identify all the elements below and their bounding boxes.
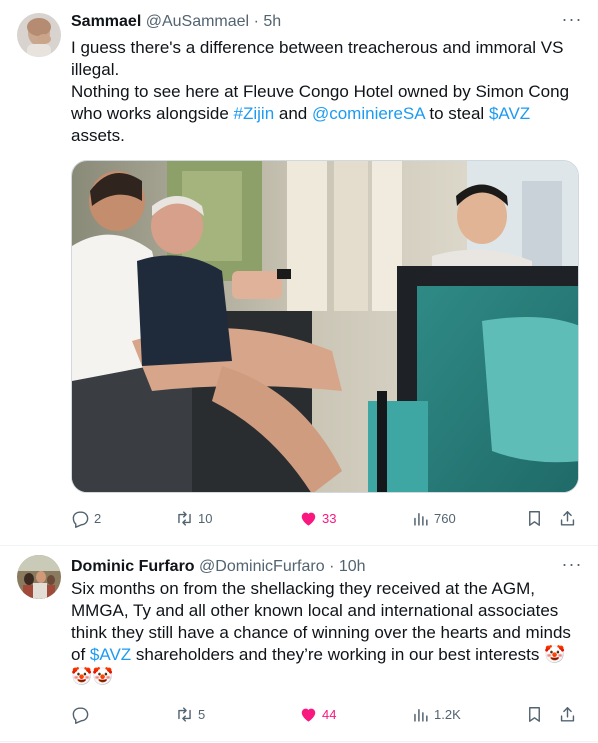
separator-dot: · [329,558,335,575]
separator-dot: · [253,13,259,30]
retweet-button[interactable]: 5 [175,704,205,724]
timestamp[interactable]: 10h [339,558,366,575]
mention-link[interactable]: @cominiereSA [312,104,425,123]
views-count: 1.2K [434,706,461,722]
text-segment: to steal [424,104,489,123]
avatar[interactable] [17,13,61,57]
tweet[interactable]: Dominic Furfaro @DominicFurfaro · 10h ··… [0,546,598,742]
cashtag-link[interactable]: $AVZ [90,645,131,664]
share-icon [560,510,575,526]
retweet-icon [178,510,191,526]
timestamp[interactable]: 5h [263,13,281,30]
author-handle[interactable]: @DominicFurfaro [199,558,325,575]
share-button[interactable] [558,508,577,528]
reply-icon [72,706,89,724]
more-icon[interactable]: ··· [560,10,584,31]
retweet-count: 5 [198,706,206,722]
tweet-actions: 2 10 33 760 [71,508,581,528]
bookmark-icon [529,510,540,526]
tweet-text-line: I guess there's a difference between tre… [71,38,564,79]
retweet-button[interactable]: 10 [175,508,212,528]
tweet-header: Sammael @AuSammael · 5h ··· [71,10,584,32]
tweet-text: I guess there's a difference between tre… [71,37,584,147]
views-icon [414,708,428,722]
like-button[interactable]: 44 [299,704,336,724]
hashtag-link[interactable]: #Zijin [234,104,275,123]
text-segment: shareholders and they’re working in our … [131,645,545,664]
views-button[interactable]: 1.2K [411,704,461,724]
reply-icon [72,510,89,528]
retweet-count: 10 [198,510,213,526]
tweet-text: Six months on from the shellacking they … [71,578,584,688]
share-icon [560,706,575,722]
views-count: 760 [434,510,456,526]
bookmark-button[interactable] [525,508,544,528]
reply-count: 2 [94,510,102,526]
like-icon [301,708,316,722]
author-name[interactable]: Dominic Furfaro [71,558,195,575]
share-button[interactable] [558,704,577,724]
tweet-header: Dominic Furfaro @DominicFurfaro · 10h ··… [71,555,584,577]
bookmark-button[interactable] [525,704,544,724]
author-handle[interactable]: @AuSammael [146,13,249,30]
text-segment: assets. [71,126,125,145]
cashtag-link[interactable]: $AVZ [489,104,530,123]
tweet-photo[interactable] [71,160,579,493]
views-button[interactable]: 760 [411,508,456,528]
views-icon [414,512,428,526]
like-count: 33 [322,510,337,526]
text-segment: and [274,104,312,123]
like-button[interactable]: 33 [299,508,336,528]
author-name[interactable]: Sammael [71,13,141,30]
tweet[interactable]: Sammael @AuSammael · 5h ··· I guess ther… [0,0,598,546]
tweet-actions: 5 44 1.2K [71,704,581,724]
like-icon [301,512,316,526]
like-count: 44 [322,706,337,722]
avatar[interactable] [17,555,61,599]
retweet-icon [178,706,191,722]
reply-button[interactable] [71,704,94,724]
tweet-text-paragraph: Nothing to see here at Fleuve Congo Hote… [71,81,584,147]
more-icon[interactable]: ··· [560,555,584,576]
bookmark-icon [529,706,540,722]
reply-button[interactable]: 2 [71,508,101,528]
